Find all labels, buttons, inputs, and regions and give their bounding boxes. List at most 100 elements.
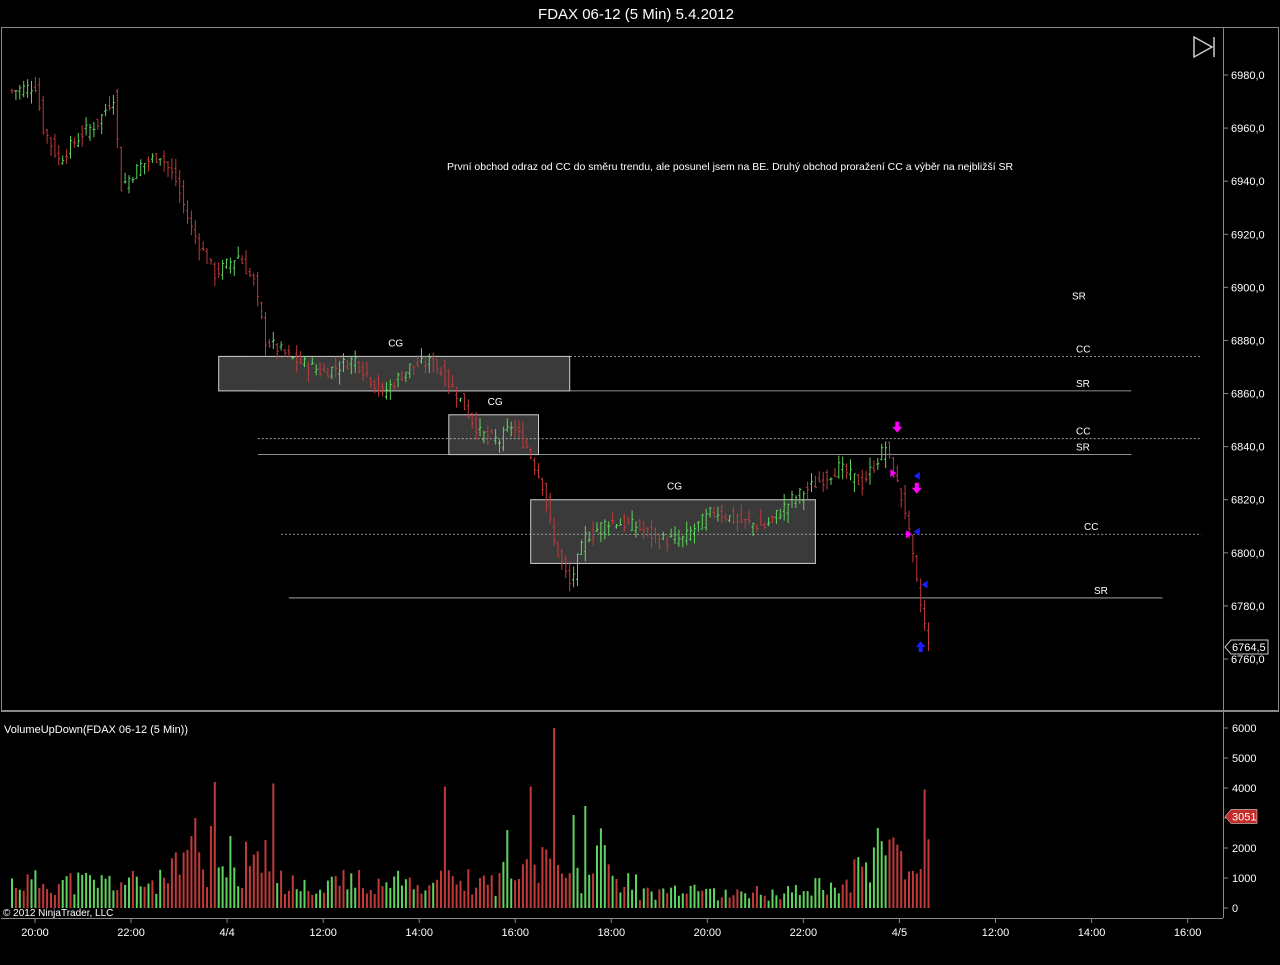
volume-bar <box>521 864 524 908</box>
volume-bar <box>147 883 150 908</box>
volume-bar <box>287 890 290 908</box>
volume-bar <box>650 891 653 908</box>
volume-bar <box>720 897 723 908</box>
y-tick-label: 6980,0 <box>1231 70 1265 82</box>
volume-bar <box>689 885 692 908</box>
volume-bar <box>190 836 193 908</box>
volume-bar <box>861 866 864 908</box>
volume-bar <box>311 894 314 908</box>
volume-bar <box>716 900 719 908</box>
volume-bar <box>338 885 341 908</box>
volume-bar <box>248 865 251 908</box>
volume-tick-label: 4000 <box>1232 783 1256 795</box>
volume-bar <box>568 873 571 908</box>
volume-bar <box>92 879 95 908</box>
x-tick-label: 12:00 <box>982 927 1010 939</box>
volume-bar <box>794 884 797 908</box>
volume-bar <box>580 893 583 908</box>
volume-bar <box>502 861 505 908</box>
volume-bar <box>908 871 910 908</box>
volume-bar <box>443 786 446 908</box>
volume-bar <box>100 875 103 908</box>
volume-bar <box>666 893 669 908</box>
volume-bar <box>440 870 442 908</box>
volume-bar <box>619 892 622 908</box>
volume-bar <box>638 900 641 908</box>
volume-bar <box>241 888 244 908</box>
volume-bar <box>814 878 817 908</box>
volume-bar <box>135 876 138 908</box>
volume-bar <box>96 887 99 908</box>
volume-bar <box>549 858 552 908</box>
volume-bar <box>436 879 439 908</box>
volume-bar <box>116 890 119 908</box>
volume-bar <box>685 893 688 908</box>
level-label-cc: CC <box>1076 427 1090 438</box>
volume-bar <box>131 870 134 908</box>
volume-tick-label: 1000 <box>1232 873 1256 885</box>
x-tick-label: 22:00 <box>117 927 145 939</box>
volume-bar <box>576 867 579 908</box>
volume-bar <box>494 895 497 908</box>
volume-bar <box>385 882 388 908</box>
volume-bar <box>584 806 587 908</box>
y-tick-label: 6960,0 <box>1231 123 1265 135</box>
volume-bar <box>623 886 626 908</box>
volume-bar <box>748 898 751 908</box>
volume-bar <box>432 882 435 908</box>
volume-bar <box>315 893 318 908</box>
volume-bar <box>709 888 712 908</box>
volume-bar <box>420 893 423 908</box>
volume-bar <box>362 888 364 908</box>
cg-zone <box>530 499 816 564</box>
volume-bar <box>557 864 559 908</box>
volume-tick-label: 6000 <box>1232 723 1256 735</box>
volume-bar <box>479 878 481 908</box>
x-tick-label: 14:00 <box>405 927 433 939</box>
volume-bar <box>373 894 376 908</box>
volume-bar <box>670 887 673 908</box>
volume-bar <box>482 875 485 908</box>
volume-bar <box>209 826 212 908</box>
volume-bar <box>677 895 680 908</box>
volume-bar <box>174 852 177 908</box>
volume-bar <box>272 783 275 908</box>
volume-bar <box>30 879 33 908</box>
volume-bar <box>572 815 575 908</box>
volume-bar <box>170 858 173 908</box>
volume-bar <box>124 884 127 908</box>
volume-bar <box>139 886 142 908</box>
volume-bar <box>833 887 836 908</box>
cg-zone-label: CG <box>488 397 503 408</box>
volume-bar <box>697 891 700 908</box>
volume-bar <box>514 880 517 908</box>
x-tick-label: 16:00 <box>1174 927 1202 939</box>
volume-bar <box>498 873 501 908</box>
volume-bar <box>849 892 852 908</box>
volume-bar <box>213 782 216 908</box>
volume-bar <box>705 888 708 908</box>
level-label-sr: SR <box>1072 291 1086 302</box>
chart-background <box>0 0 1280 965</box>
cg-zone <box>448 414 539 456</box>
volume-bar <box>798 895 801 908</box>
volume-bar <box>252 854 255 908</box>
volume-bar <box>810 895 813 908</box>
volume-bar <box>73 894 76 908</box>
volume-bar <box>178 874 181 908</box>
volume-bar <box>635 874 637 908</box>
volume-bar <box>225 877 228 908</box>
volume-bar <box>728 897 731 908</box>
volume-bar <box>401 885 403 908</box>
volume-bar <box>896 844 899 908</box>
volume-bar <box>69 873 72 908</box>
copyright-text: © 2012 NinjaTrader, LLC <box>3 908 113 919</box>
volume-bar <box>658 889 661 908</box>
volume-bar <box>89 875 91 908</box>
volume-bar <box>307 890 310 908</box>
x-tick-label: 4/5 <box>892 927 907 939</box>
volume-bar <box>186 849 189 908</box>
y-tick-label: 6900,0 <box>1231 282 1265 294</box>
last-price-label: 6764,5 <box>1232 642 1266 654</box>
y-tick-label: 6820,0 <box>1231 495 1265 507</box>
